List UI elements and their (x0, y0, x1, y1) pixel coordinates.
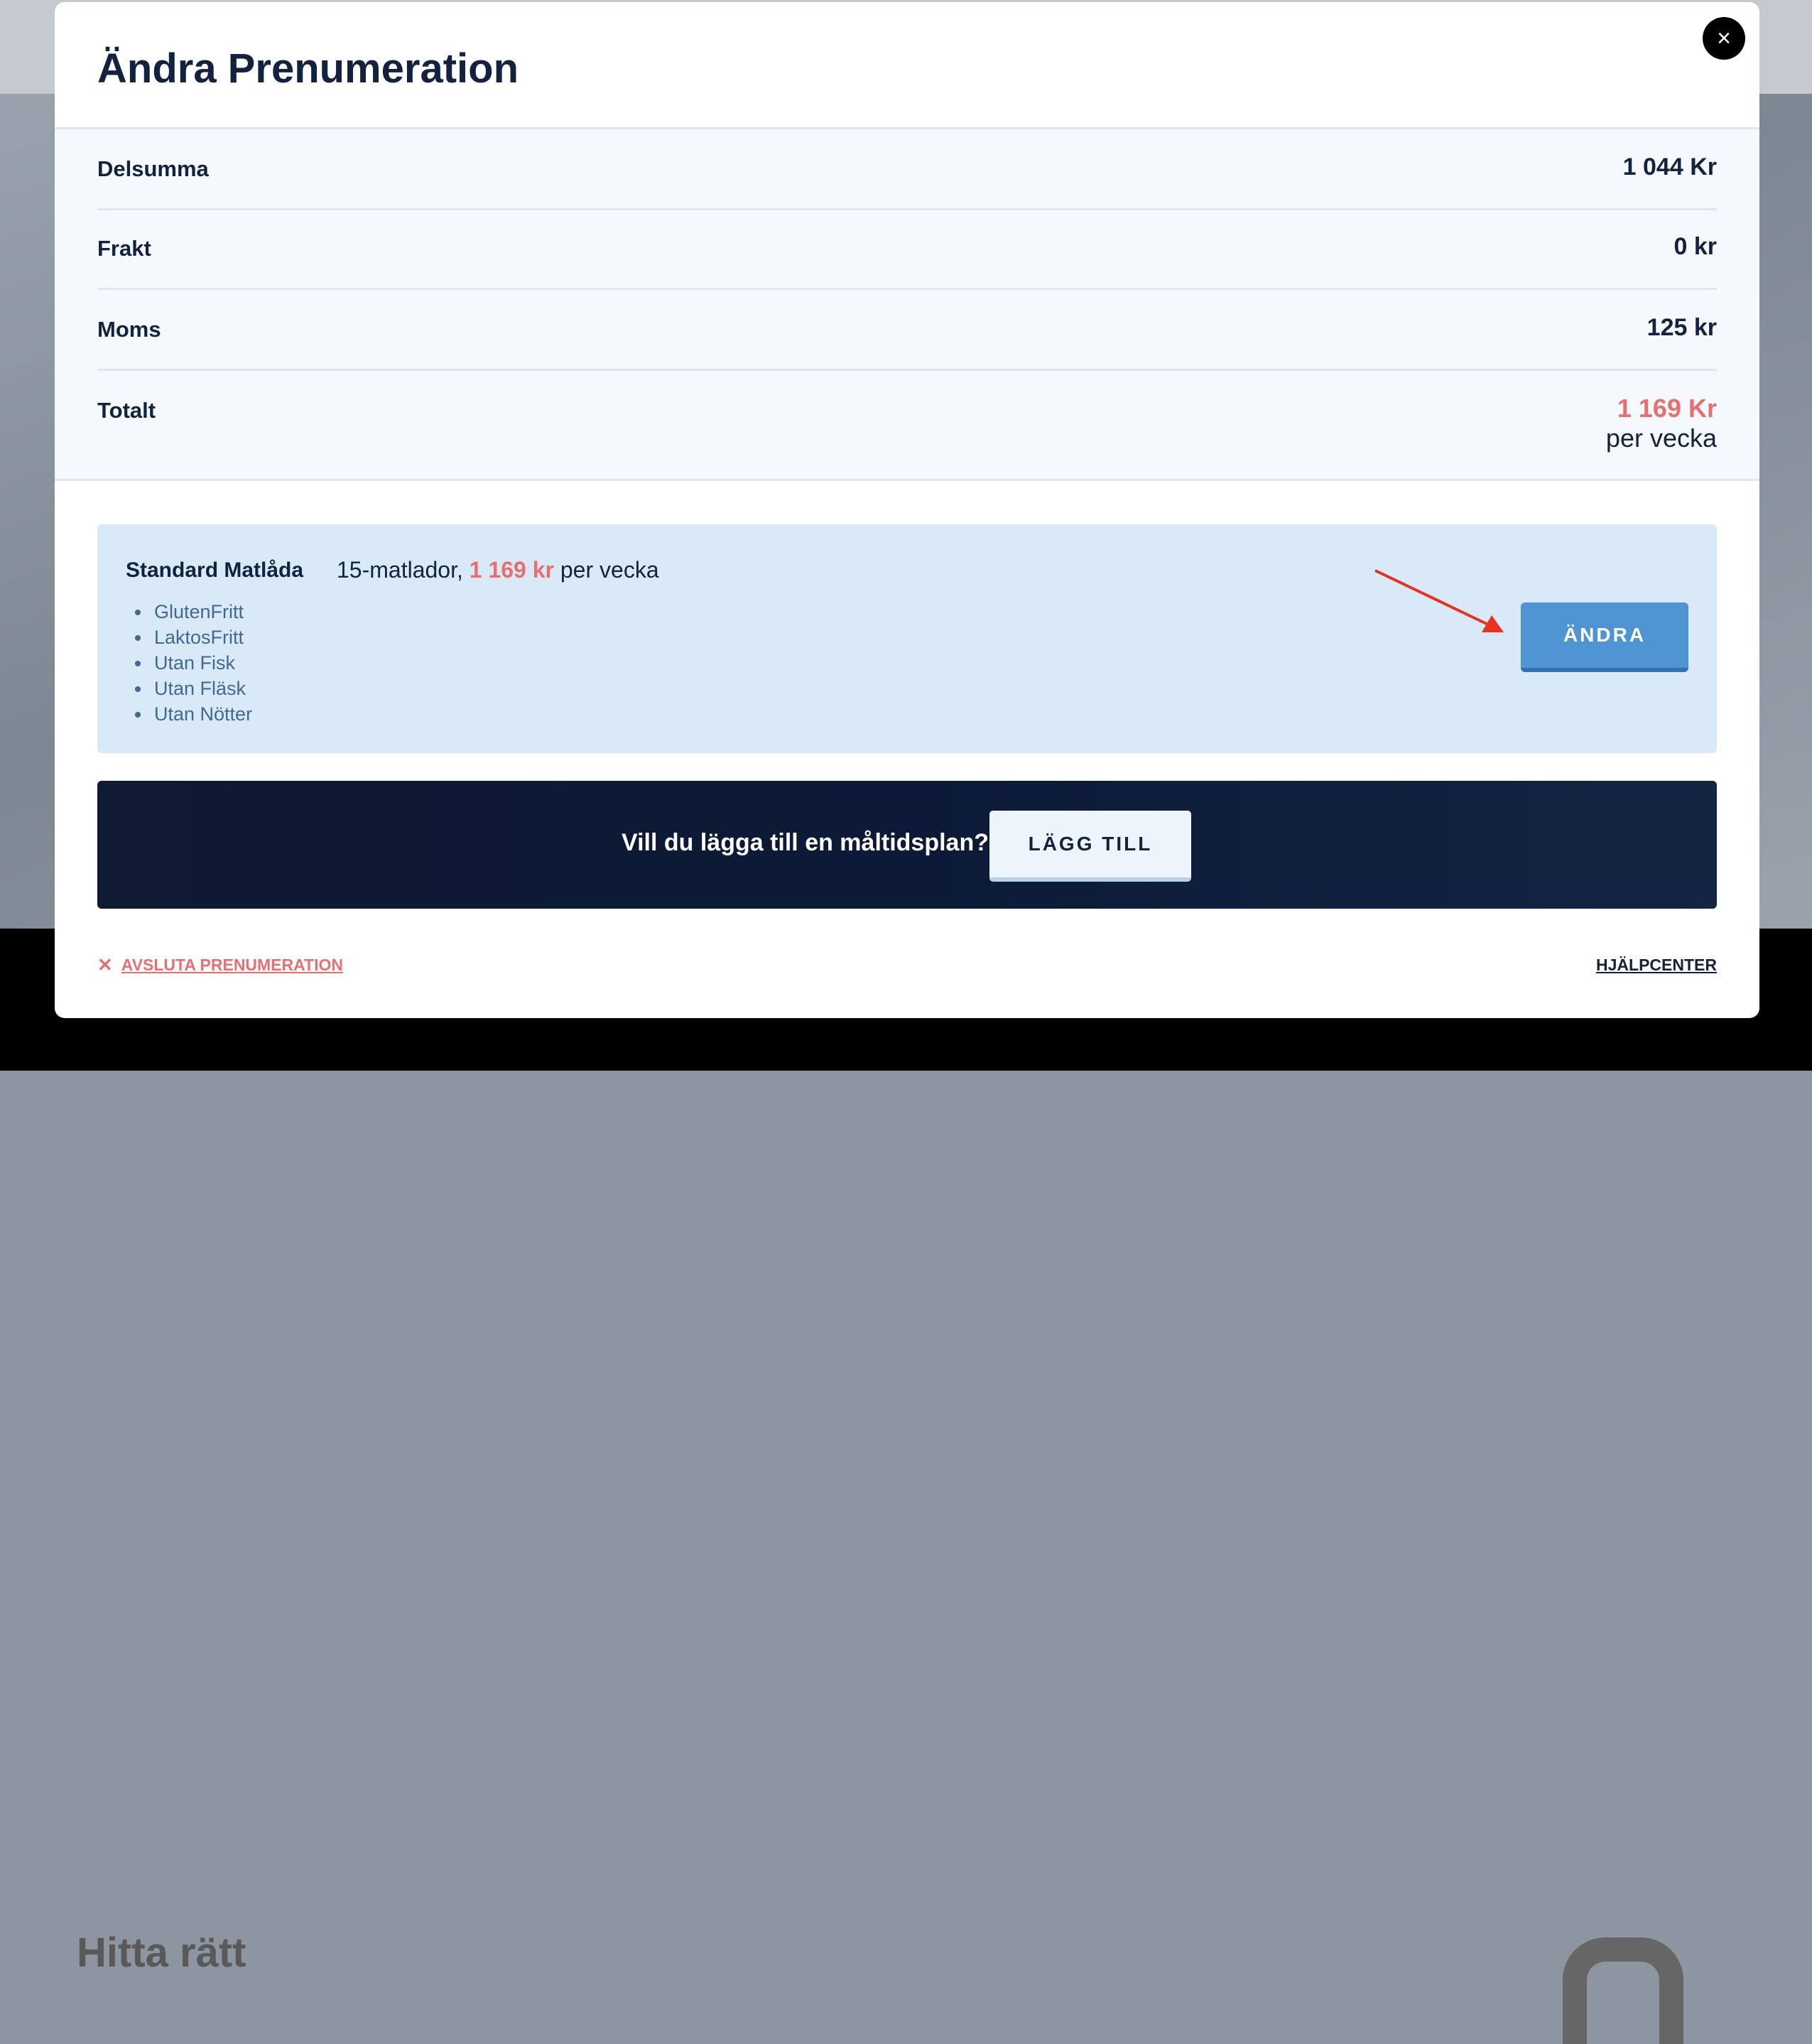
diet-tag: GlutenFritt (126, 599, 252, 624)
summary-row-total: Totalt 1 169 Kr per vecka (97, 371, 1717, 477)
order-summary: Delsumma 1 044 Kr Frakt 0 kr Moms 125 kr… (55, 127, 1759, 481)
meal-plan-card: Standard Matlåda 15-matlador, 1 169 kr p… (97, 524, 1717, 753)
shipping-label: Frakt (97, 236, 151, 261)
diet-tag: Utan Fläsk (126, 676, 252, 701)
modal-footer: ✕ AVSLUTA PRENUMERATION HJÄLPCENTER (97, 954, 1717, 985)
summary-row-shipping: Frakt 0 kr (97, 209, 1717, 290)
summary-row-subtotal: Delsumma 1 044 Kr (97, 129, 1717, 210)
add-meal-plan-banner: Vill du lägga till en måltidsplan? LÄGG … (97, 781, 1717, 909)
diet-tag-list: GlutenFritt LaktosFritt Utan Fisk Utan F… (126, 599, 252, 727)
diet-tag: Utan Nötter (126, 701, 252, 727)
total-value: 1 169 Kr (1617, 394, 1717, 423)
plan-description: 15-matlador, 1 169 kr per vecka (337, 557, 659, 583)
plan-count: 15-matlador, (337, 557, 463, 583)
vat-label: Moms (97, 317, 161, 342)
add-meal-plan-button[interactable]: LÄGG TILL (989, 811, 1191, 882)
modal-title: Ändra Prenumeration (97, 45, 519, 92)
change-plan-button[interactable]: ÄNDRA (1521, 602, 1688, 672)
help-center-link[interactable]: HJÄLPCENTER (1596, 956, 1717, 975)
cancel-subscription-link[interactable]: ✕ AVSLUTA PRENUMERATION (97, 954, 343, 976)
subtotal-value: 1 044 Kr (1622, 153, 1717, 180)
cancel-x-icon: ✕ (97, 954, 113, 975)
plan-price: 1 169 kr (469, 557, 554, 583)
total-label: Totalt (97, 398, 156, 423)
add-meal-plan-prompt: Vill du lägga till en måltidsplan? (622, 829, 989, 856)
summary-row-vat: Moms 125 kr (97, 290, 1717, 371)
total-period: per vecka (1605, 423, 1717, 453)
diet-tag: Utan Fisk (126, 650, 252, 676)
kettlebell-icon (1563, 1937, 1683, 2044)
background-heading: Hitta rätt (77, 1930, 246, 1976)
edit-subscription-modal: × Ändra Prenumeration Delsumma 1 044 Kr … (55, 2, 1759, 1018)
cancel-subscription-label: AVSLUTA PRENUMERATION (121, 956, 343, 974)
plan-name: Standard Matlåda (126, 558, 304, 582)
close-icon: × (1717, 25, 1731, 52)
plan-period: per vecka (560, 557, 659, 583)
subtotal-label: Delsumma (97, 156, 209, 181)
diet-tag: LaktosFritt (126, 624, 252, 650)
annotation-arrow-icon (1374, 569, 1504, 632)
shipping-value: 0 kr (1673, 233, 1718, 260)
vat-value: 125 kr (1646, 314, 1717, 341)
close-button[interactable]: × (1703, 17, 1745, 60)
